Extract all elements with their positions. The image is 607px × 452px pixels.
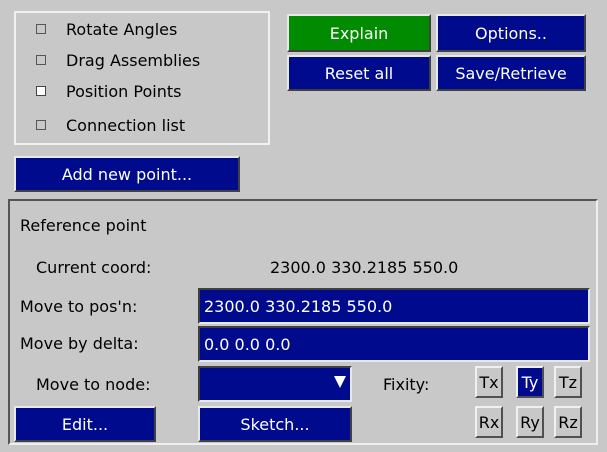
move-to-node-label: Move to node:: [36, 375, 151, 394]
move-to-pos-label: Move to pos'n:: [20, 297, 138, 316]
options-button[interactable]: Options..: [436, 14, 586, 52]
move-by-delta-input[interactable]: 0.0 0.0 0.0: [198, 326, 590, 362]
checkbox-label: Position Points: [66, 81, 182, 101]
save-retrieve-button[interactable]: Save/Retrieve: [436, 55, 586, 91]
fixity-ty-toggle[interactable]: Ty: [516, 366, 544, 398]
checkbox-label: Rotate Angles: [66, 19, 178, 39]
fixity-label: Fixity:: [383, 375, 430, 394]
checkbox-label: Drag Assemblies: [66, 50, 201, 70]
reference-point-title: Reference point: [20, 216, 147, 235]
checkbox-connection-list[interactable]: Connection list: [36, 113, 185, 137]
checkbox-label: Connection list: [66, 115, 186, 135]
fixity-tz-toggle[interactable]: Tz: [554, 366, 582, 398]
fixity-tx-toggle[interactable]: Tx: [475, 366, 503, 398]
fixity-rx-toggle[interactable]: Rx: [475, 406, 503, 438]
checkbox-box[interactable]: [36, 120, 46, 130]
move-by-delta-label: Move by delta:: [20, 334, 139, 353]
reset-all-button[interactable]: Reset all: [287, 55, 431, 91]
move-to-node-dropdown[interactable]: [198, 366, 352, 402]
edit-button[interactable]: Edit...: [14, 406, 156, 442]
checkbox-rotate-angles[interactable]: Rotate Angles: [36, 17, 177, 41]
checkbox-box[interactable]: [36, 55, 46, 65]
add-new-point-button[interactable]: Add new point...: [14, 156, 240, 192]
dropdown-arrow-icon[interactable]: [334, 376, 346, 388]
options-panel: Rotate Angles Drag Assemblies Position P…: [14, 11, 270, 145]
fixity-rz-toggle[interactable]: Rz: [554, 406, 582, 438]
move-to-pos-input[interactable]: 2300.0 330.2185 550.0: [198, 288, 590, 324]
current-coord-label: Current coord:: [36, 258, 152, 277]
checkbox-box[interactable]: [36, 86, 46, 96]
explain-button[interactable]: Explain: [287, 14, 431, 52]
checkbox-position-points[interactable]: Position Points: [36, 79, 181, 103]
current-coord-value: 2300.0 330.2185 550.0: [270, 258, 459, 277]
sketch-button[interactable]: Sketch...: [198, 406, 352, 442]
fixity-ry-toggle[interactable]: Ry: [516, 406, 544, 438]
checkbox-drag-assemblies[interactable]: Drag Assemblies: [36, 48, 200, 72]
checkbox-box[interactable]: [36, 24, 46, 34]
